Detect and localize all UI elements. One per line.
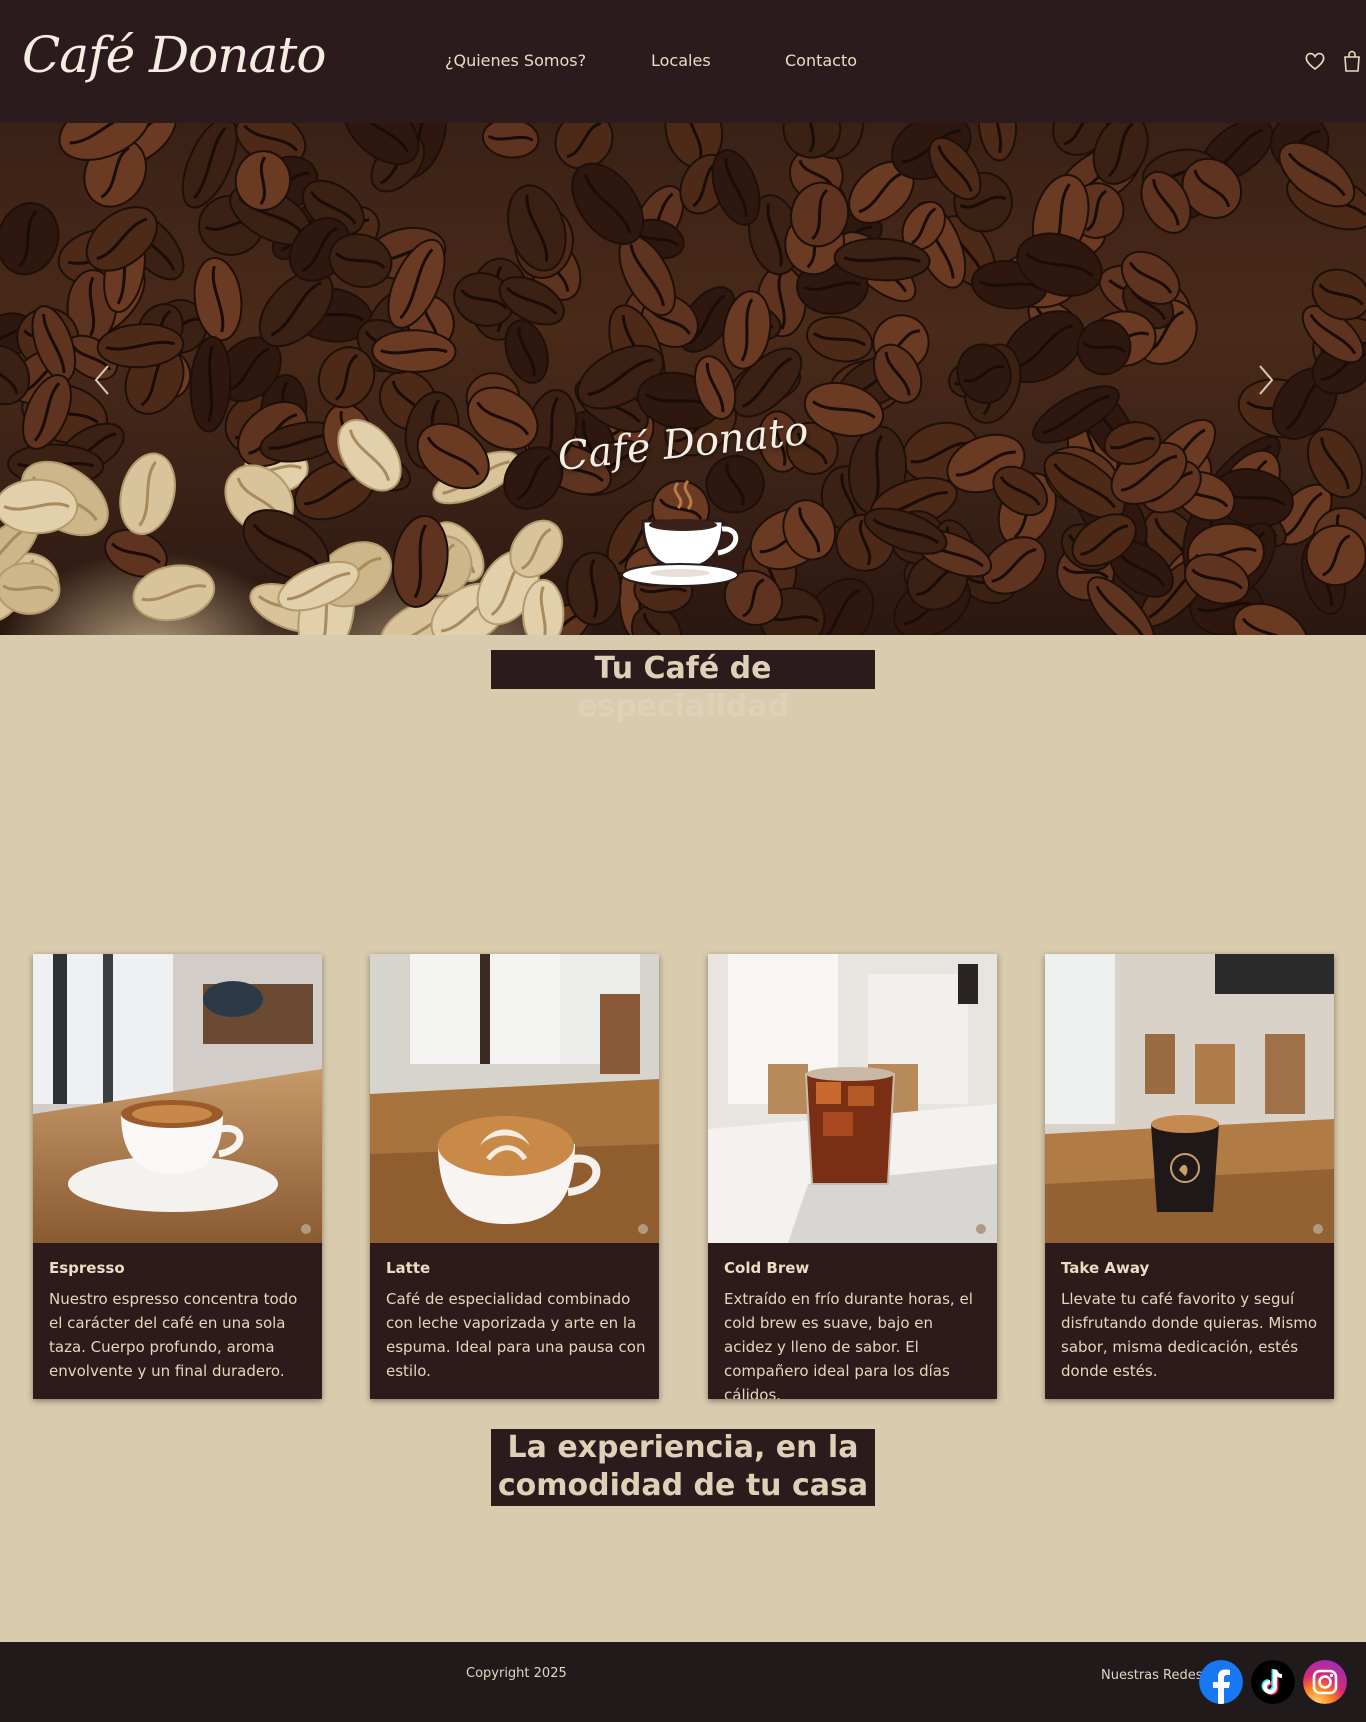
card-title: Take Away [1061,1259,1150,1277]
latte-photo [370,954,659,1243]
card-title: Cold Brew [724,1259,810,1277]
instagram-icon[interactable] [1303,1660,1347,1704]
product-card-take-away[interactable]: Take Away Llevate tu café favorito y seg… [1045,954,1334,1399]
card-description: Llevate tu café favorito y seguí disfrut… [1061,1290,1318,1380]
footer: Copyright 2025 Nuestras Redes [0,1642,1366,1722]
product-card-cold-brew[interactable]: Cold Brew Extraído en frío durante horas… [708,954,997,1399]
card-description: Café de especialidad combinado con leche… [386,1290,646,1380]
chevron-left-icon[interactable] [88,360,118,400]
brand-logo[interactable]: Café Donato [22,30,326,80]
hero-carousel: Café Donato [0,123,1366,635]
card-title: Espresso [49,1259,125,1277]
section-heading-experiencia: La experiencia, en la comodidad de tu ca… [491,1429,875,1506]
copyright-text: Copyright 2025 [466,1666,567,1681]
coffee-cup-icon [621,479,739,587]
facebook-icon[interactable] [1199,1660,1243,1704]
card-title: Latte [386,1259,431,1277]
card-description: Nuestro espresso concentra todo el carác… [49,1290,298,1380]
social-label: Nuestras Redes [1101,1668,1203,1683]
nav-link-locales[interactable]: Locales [651,51,711,70]
product-card-latte[interactable]: Latte Café de especialidad combinado con… [370,954,659,1399]
heart-icon[interactable] [1303,49,1327,73]
card-description: Extraído en frío durante horas, el cold … [724,1290,973,1399]
header-navbar: Café Donato ¿Quienes Somos? Locales Cont… [0,0,1366,123]
nav-link-quienes-somos[interactable]: ¿Quienes Somos? [445,51,586,70]
section-heading-especialidad: Tu Café de especialidad [491,650,875,724]
take-away-photo [1045,954,1334,1243]
shopping-bag-icon[interactable] [1340,49,1364,73]
nav-link-contacto[interactable]: Contacto [785,51,857,70]
espresso-photo [33,954,322,1243]
product-card-espresso[interactable]: Espresso Nuestro espresso concentra todo… [33,954,322,1399]
tiktok-icon[interactable] [1251,1660,1295,1704]
cold-brew-photo [708,954,997,1243]
